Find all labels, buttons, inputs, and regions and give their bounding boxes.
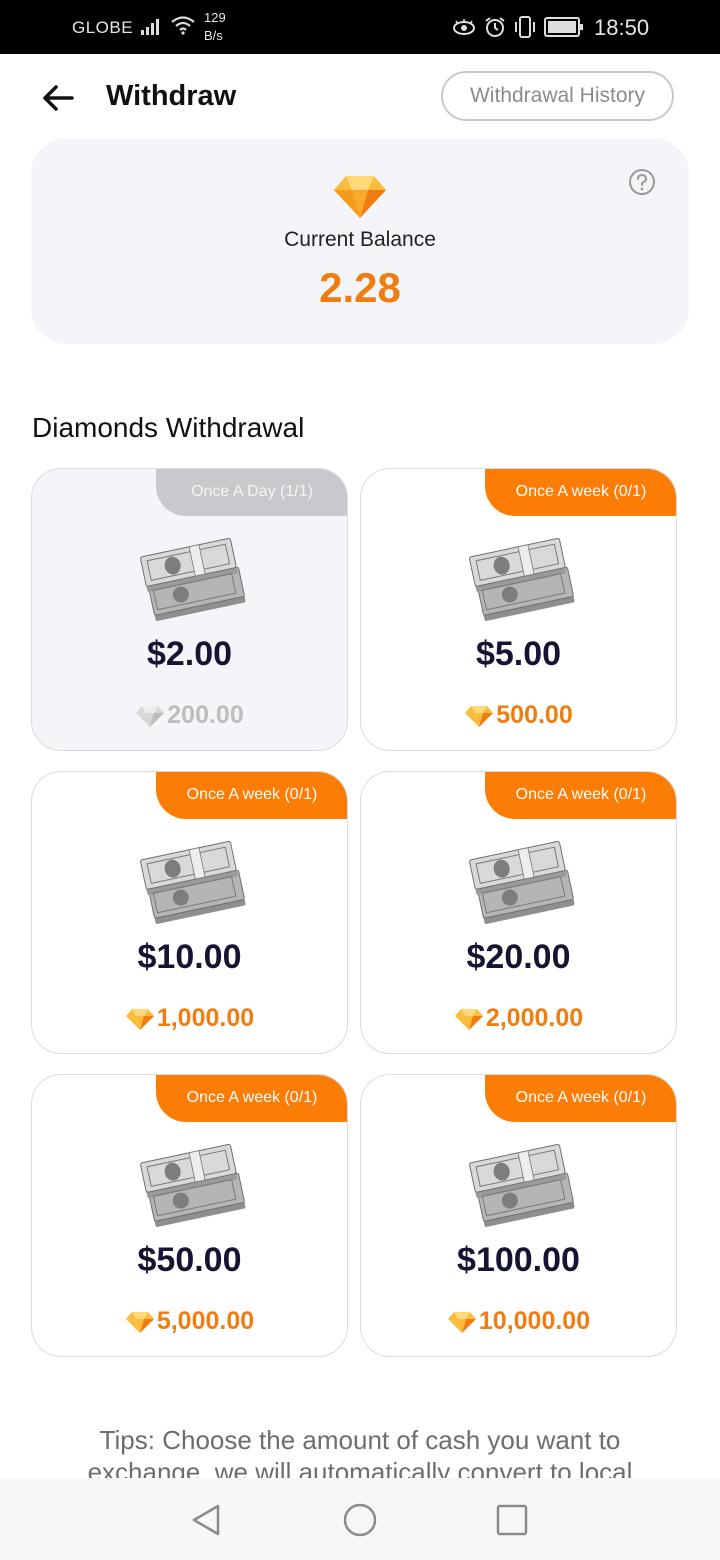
cash-stack-icon [140,1143,246,1227]
cash-amount: $2.00 [146,635,233,673]
limit-badge: Once A Day (1/1) [156,469,347,516]
cash-amount: $100.00 [457,1241,580,1279]
diamond-cost: 200.00 [32,701,347,730]
diamond-icon [125,1311,154,1333]
cash-stack-icon [469,840,575,924]
withdraw-option-card[interactable]: Once A Day (1/1) $2.00 200.00 [31,468,348,751]
diamond-icon [447,1311,476,1333]
diamond-icon [125,1008,154,1030]
diamond-icon [454,1008,483,1030]
page-title: Withdraw [106,80,237,112]
diamond-cost: 10,000.00 [361,1307,676,1336]
nav-recent-icon[interactable] [492,1500,532,1540]
withdrawal-history-button[interactable]: Withdrawal History [441,71,674,121]
clock: 18:50 [594,15,650,40]
carrier-name: GLOBE [72,18,134,37]
system-nav-bar [0,1478,720,1560]
balance-value: 2.28 [319,264,401,311]
cash-stack-icon [140,840,246,924]
diamond-icon [465,705,494,727]
diamond-cost-value: 500.00 [496,701,573,729]
eye-comfort-icon [453,19,475,35]
diamond-cost: 5,000.00 [32,1307,347,1336]
limit-badge: Once A week (0/1) [485,1075,676,1122]
cash-amount: $10.00 [137,938,242,976]
diamond-icon [136,705,165,727]
withdraw-option-card[interactable]: Once A week (0/1) $50.00 5,000.00 [31,1074,348,1357]
status-icons [452,14,584,40]
diamond-cost-value: 1,000.00 [156,1004,255,1032]
withdraw-option-card[interactable]: Once A week (0/1) $5.00 500.00 [360,468,677,751]
balance-card: Current Balance 2.28 [31,138,689,344]
battery-icon [544,17,583,37]
wifi-icon [171,16,195,35]
limit-badge: Once A week (0/1) [156,772,347,819]
help-icon[interactable] [628,168,656,196]
network-speed: 129 B/s [204,9,226,45]
speed-unit: B/s [204,28,223,43]
limit-badge: Once A week (0/1) [485,469,676,516]
status-bar: GLOBE 129 B/s 18:50 [0,0,720,54]
diamond-cost-value: 200.00 [167,701,244,729]
diamond-cost: 1,000.00 [32,1004,347,1033]
cash-amount: $20.00 [466,938,571,976]
limit-badge: Once A week (0/1) [485,772,676,819]
diamond-icon [334,176,386,218]
balance-label: Current Balance [284,228,436,251]
section-title: Diamonds Withdrawal [32,412,305,443]
alarm-icon [485,17,505,37]
signal-icon [141,19,159,35]
diamond-cost-value: 5,000.00 [156,1307,255,1335]
nav-home-icon[interactable] [340,1500,380,1540]
cash-amount: $50.00 [137,1241,242,1279]
diamond-cost-value: 10,000.00 [478,1307,591,1335]
diamond-cost-value: 2,000.00 [485,1004,584,1032]
withdraw-option-card[interactable]: Once A week (0/1) $20.00 2,000.00 [360,771,677,1054]
cash-stack-icon [140,537,246,621]
limit-badge: Once A week (0/1) [156,1075,347,1122]
cash-stack-icon [469,1143,575,1227]
withdraw-option-card[interactable]: Once A week (0/1) $100.00 10,000.00 [360,1074,677,1357]
back-arrow-icon[interactable] [38,78,78,118]
nav-back-icon[interactable] [186,1500,226,1540]
diamond-cost: 2,000.00 [361,1004,676,1033]
diamond-cost: 500.00 [361,701,676,730]
speed-value: 129 [204,10,226,25]
cash-stack-icon [469,537,575,621]
vibrate-icon [515,16,535,38]
cash-amount: $5.00 [475,635,562,673]
withdraw-option-card[interactable]: Once A week (0/1) $10.00 1,000.00 [31,771,348,1054]
